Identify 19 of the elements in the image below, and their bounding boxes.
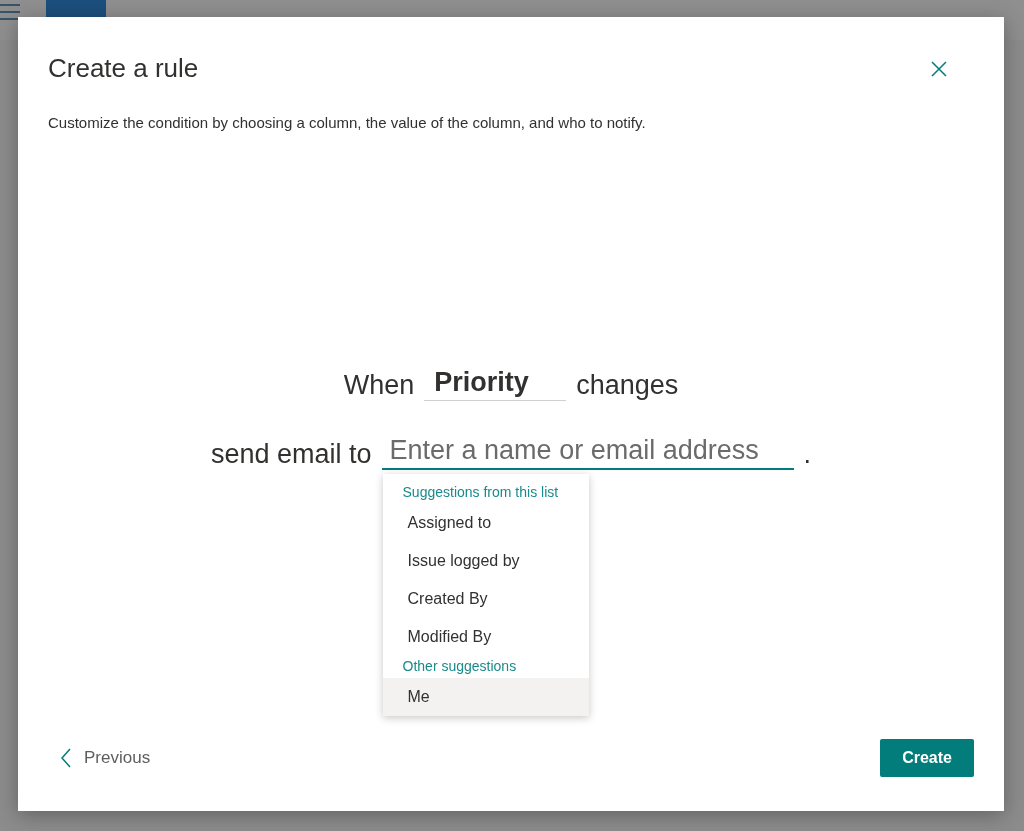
condition-suffix: changes <box>576 370 679 401</box>
chevron-left-icon <box>60 748 72 768</box>
suggestion-item[interactable]: Assigned to <box>382 504 589 542</box>
suggestion-item[interactable]: Modified By <box>382 618 589 656</box>
menu-icon[interactable] <box>0 4 20 20</box>
group-header: Suggestions from this list <box>401 483 560 502</box>
group-header: Other suggestions <box>401 657 518 676</box>
suggestion-item[interactable]: Created By <box>382 580 589 618</box>
dialog-description: Customize the condition by choosing a column, the value of the column, and who to notify. <box>48 114 647 131</box>
previous-button[interactable]: Previous <box>48 748 151 768</box>
column-dropdown[interactable]: Priority <box>424 367 567 401</box>
suggestion-item[interactable]: Issue logged by <box>382 542 589 580</box>
condition-prefix: When <box>343 370 415 401</box>
notify-suffix: . <box>803 439 812 470</box>
suggestion-item[interactable]: Me <box>382 678 589 716</box>
notify-prefix: send email to <box>210 439 372 470</box>
create-button[interactable]: Create <box>880 739 974 777</box>
close-icon[interactable] <box>930 59 948 78</box>
dialog-title: Create a rule <box>48 53 199 84</box>
